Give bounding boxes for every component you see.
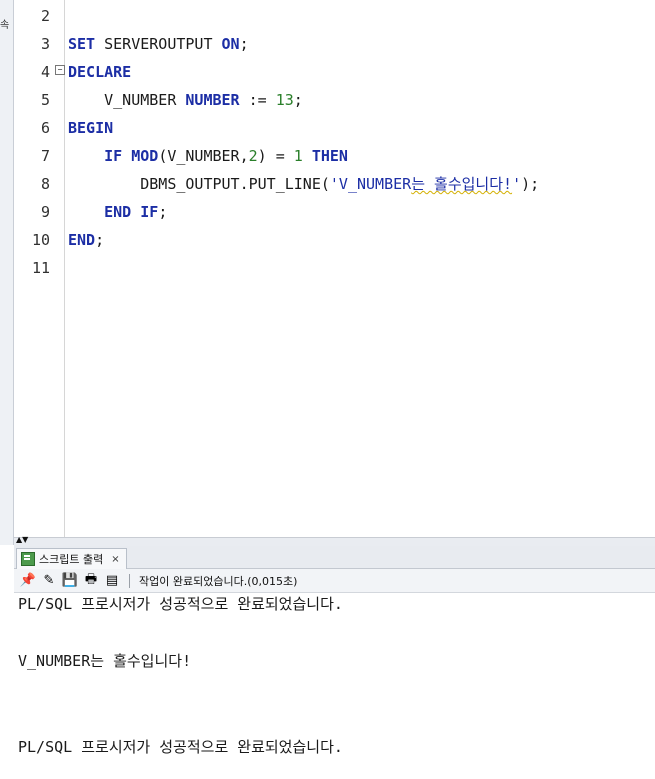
code-token: 2 — [248, 147, 258, 165]
code-token: ; — [95, 231, 105, 249]
code-line[interactable]: BEGIN — [68, 114, 113, 142]
keyword-token: THEN — [311, 147, 348, 165]
left-side-strip: 속 — [0, 0, 14, 545]
tab-label: 스크립트 출력 — [39, 553, 104, 566]
keyword-token: BEGIN — [68, 119, 114, 137]
line-number: 11 — [31, 259, 50, 277]
save-icon[interactable]: 💾 — [62, 573, 78, 589]
output-line: PL/SQL 프로시저가 성공적으로 완료되었습니다. — [18, 737, 343, 756]
code-token: 13 — [275, 91, 294, 109]
script-icon[interactable]: ▤ — [104, 573, 120, 589]
line-number: 6 — [40, 119, 50, 137]
code-token: ); — [521, 175, 540, 193]
tab-close-icon[interactable]: × — [111, 554, 119, 565]
code-token: SERVEROUTPUT — [95, 35, 222, 53]
code-token: 1 — [293, 147, 303, 165]
code-token: 는 홀수입니다! — [411, 175, 513, 193]
output-line: PL/SQL 프로시저가 성공적으로 완료되었습니다. — [18, 595, 343, 613]
left-strip-label: 속 — [0, 20, 10, 31]
line-number: 7 — [40, 147, 50, 165]
fold-toggle-icon[interactable]: − — [55, 65, 65, 75]
code-token: DBMS_OUTPUT.PUT_LINE( — [68, 175, 330, 193]
code-token: ; — [158, 203, 168, 221]
pin-icon[interactable]: 📌 — [20, 573, 36, 589]
keyword-token: ON — [221, 35, 240, 53]
code-line[interactable]: END; — [68, 226, 104, 254]
line-number: 2 — [40, 7, 50, 25]
line-number: 3 — [40, 35, 50, 53]
print-icon[interactable]: 🖶 — [83, 572, 99, 589]
code-token: ; — [239, 35, 249, 53]
line-number: 5 — [40, 91, 50, 109]
output-line: V_NUMBER는 홀수입니다! — [18, 652, 192, 670]
code-token: V_NUMBER — [68, 91, 186, 109]
code-token: (V_NUMBER, — [158, 147, 249, 165]
keyword-token: END — [104, 203, 132, 221]
tab-script-output[interactable]: 스크립트 출력 × — [16, 548, 127, 569]
keyword-token: IF — [140, 203, 159, 221]
code-token: 'V_NUMBER — [329, 175, 412, 193]
keyword-token: END — [68, 231, 96, 249]
splitter-arrows-icon[interactable]: ▲▼ — [16, 535, 28, 544]
code-token: ) = — [257, 147, 294, 165]
script-output-panel: 스크립트 출력 × 📌 ✎ 💾 🖶 ▤ 작업이 완료되었습니다.(0,015초) PL/S… — [14, 546, 655, 779]
output-toolbar: 📌 ✎ 💾 🖶 ▤ 작업이 완료되었습니다.(0,015초) — [14, 569, 655, 593]
code-line[interactable]: V_NUMBER NUMBER := 13; — [68, 86, 303, 114]
code-line[interactable]: DECLARE — [68, 58, 131, 86]
output-tab-bar: 스크립트 출력 × — [14, 546, 655, 569]
toolbar-separator — [129, 573, 130, 588]
fold-column — [54, 0, 65, 537]
line-number: 10 — [31, 231, 50, 249]
code-editor[interactable]: 2 3 4 5 6 7 8 9 10 11 − SET SERVEROUTPUT ON; DECLA… — [14, 0, 655, 537]
code-line[interactable]: SET SERVEROUTPUT ON; — [68, 30, 249, 58]
code-line[interactable]: IF MOD(V_NUMBER,2) = 1 THEN — [68, 142, 348, 170]
keyword-token: SET — [68, 35, 96, 53]
code-token: ; — [293, 91, 303, 109]
code-token: ' — [512, 175, 522, 193]
line-number: 9 — [40, 203, 50, 221]
keyword-token: NUMBER — [185, 91, 240, 109]
line-number: 4 — [40, 63, 50, 81]
keyword-token: MOD — [131, 147, 159, 165]
script-output-icon — [21, 552, 35, 566]
line-number-gutter: 2 3 4 5 6 7 8 9 10 11 — [14, 0, 54, 537]
line-number: 8 — [40, 175, 50, 193]
code-token: := — [239, 91, 276, 109]
keyword-token: IF — [104, 147, 123, 165]
status-text: 작업이 완료되었습니다.(0,015초) — [139, 574, 298, 588]
code-line[interactable]: END IF; — [68, 198, 167, 226]
code-line[interactable]: DBMS_OUTPUT.PUT_LINE('V_NUMBER는 홀수입니다!')… — [68, 170, 539, 198]
keyword-token: DECLARE — [68, 63, 132, 81]
eraser-icon[interactable]: ✎ — [41, 573, 57, 589]
